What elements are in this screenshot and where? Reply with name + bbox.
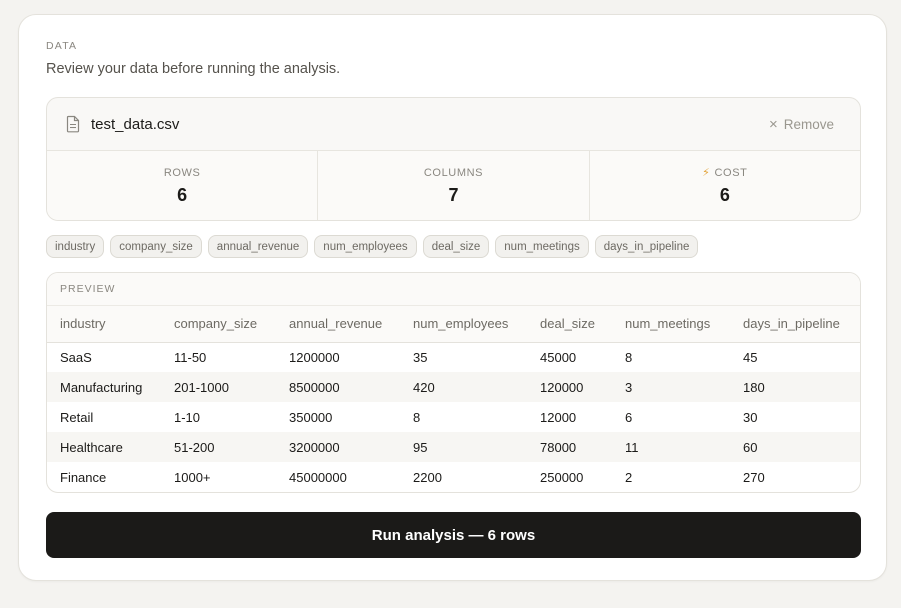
column-chips: industry company_size annual_revenue num… <box>46 235 699 258</box>
data-card: DATA Review your data before running the… <box>18 14 887 581</box>
column-header: industry <box>47 306 161 343</box>
table-cell: 45000 <box>540 349 577 365</box>
preview-table: industry company_size annual_revenue num… <box>47 306 860 492</box>
file-icon <box>65 115 81 133</box>
table-cell: 12000 <box>540 409 577 425</box>
stat-columns: COLUMNS 7 <box>318 151 590 220</box>
table-cell: 35 <box>413 349 428 365</box>
stat-label: COLUMNS <box>423 166 484 179</box>
table-cell: 60 <box>730 432 860 462</box>
lightning-icon: ⚡ <box>702 167 711 179</box>
table-cell: 250000 <box>540 469 584 485</box>
table-cell: 180 <box>730 372 860 402</box>
column-chip: num_employees <box>314 235 417 258</box>
column-header: days_in_pipeline <box>730 306 860 343</box>
stat-label-text: COST <box>714 166 748 179</box>
table-cell: 6 <box>625 409 633 425</box>
table-cell: Finance <box>60 469 107 485</box>
table-cell: 45000000 <box>289 469 347 485</box>
table-cell: 11 <box>612 432 730 462</box>
column-header: num_employees <box>400 306 527 343</box>
table-cell: 270 <box>743 469 765 485</box>
table-row: Manufacturing 201-1000 8500000 420 12000… <box>47 372 860 402</box>
table-row: Healthcare 51-200 3200000 95 78000 11 60 <box>47 432 860 462</box>
stat-value: 7 <box>448 184 459 205</box>
table-cell: SaaS <box>60 349 92 365</box>
file-header: test_data.csv × Remove <box>47 98 860 151</box>
column-chip: company_size <box>110 235 202 258</box>
preview-label: PREVIEW <box>47 273 860 306</box>
remove-button[interactable]: × Remove <box>769 117 842 132</box>
table-cell: 2200 <box>413 469 442 485</box>
file-panel: test_data.csv × Remove ROWS 6 COLUMNS 7 … <box>46 97 861 221</box>
stat-label: ROWS <box>163 166 201 179</box>
table-cell: Retail <box>60 409 94 425</box>
stat-label-cost: ⚡ COST <box>702 166 748 180</box>
stats-row: ROWS 6 COLUMNS 7 ⚡ COST 6 <box>47 151 860 220</box>
stat-rows: ROWS 6 <box>47 151 319 220</box>
column-header: deal_size <box>527 306 612 343</box>
table-cell: 350000 <box>289 409 333 425</box>
run-analysis-button[interactable]: Run analysis — 6 rows <box>46 512 861 558</box>
column-chip: num_meetings <box>495 235 589 258</box>
table-cell: 1-10 <box>174 409 201 425</box>
table-cell: 120000 <box>527 372 612 402</box>
table-cell: 201-1000 <box>161 372 276 402</box>
table-row: Finance 1000+ 45000000 2200 250000 2 270 <box>47 462 860 492</box>
column-chip: annual_revenue <box>207 235 309 258</box>
table-cell: 1200000 <box>289 349 340 365</box>
column-chip: deal_size <box>422 235 490 258</box>
table-cell: Manufacturing <box>47 372 161 402</box>
table-cell: 1000+ <box>174 469 211 485</box>
stat-value: 6 <box>177 184 188 205</box>
column-header: company_size <box>161 306 276 343</box>
table-cell: 8500000 <box>276 372 400 402</box>
table-cell: 11-50 <box>174 349 207 365</box>
table-cell: 3200000 <box>276 432 400 462</box>
table-cell: 2 <box>625 469 633 485</box>
column-chip: days_in_pipeline <box>594 235 699 258</box>
column-chip: industry <box>46 235 105 258</box>
column-header: num_meetings <box>612 306 730 343</box>
preview-panel: PREVIEW industry company_size annual_rev… <box>46 272 861 493</box>
table-row: Retail 1-10 350000 8 12000 6 30 <box>47 402 860 432</box>
table-cell: 3 <box>612 372 730 402</box>
table-cell: 51-200 <box>161 432 276 462</box>
remove-label: Remove <box>783 116 834 132</box>
table-cell: 8 <box>625 349 633 365</box>
table-cell: 420 <box>400 372 527 402</box>
table-header-row: industry company_size annual_revenue num… <box>47 306 860 343</box>
table-row: SaaS 11-50 1200000 35 45000 8 45 <box>47 342 860 372</box>
table-cell: Healthcare <box>47 432 161 462</box>
section-subtitle: Review your data before running the anal… <box>46 61 341 77</box>
stat-cost: ⚡ COST 6 <box>590 151 860 220</box>
stat-value: 6 <box>719 185 730 205</box>
table-cell: 95 <box>400 432 527 462</box>
section-label: DATA <box>46 40 78 52</box>
close-icon: × <box>768 115 778 133</box>
table-cell: 30 <box>743 409 758 425</box>
table-cell: 45 <box>743 349 758 365</box>
column-header: annual_revenue <box>276 306 400 343</box>
table-cell: 8 <box>413 409 421 425</box>
file-name: test_data.csv <box>91 115 180 133</box>
table-cell: 78000 <box>527 432 612 462</box>
